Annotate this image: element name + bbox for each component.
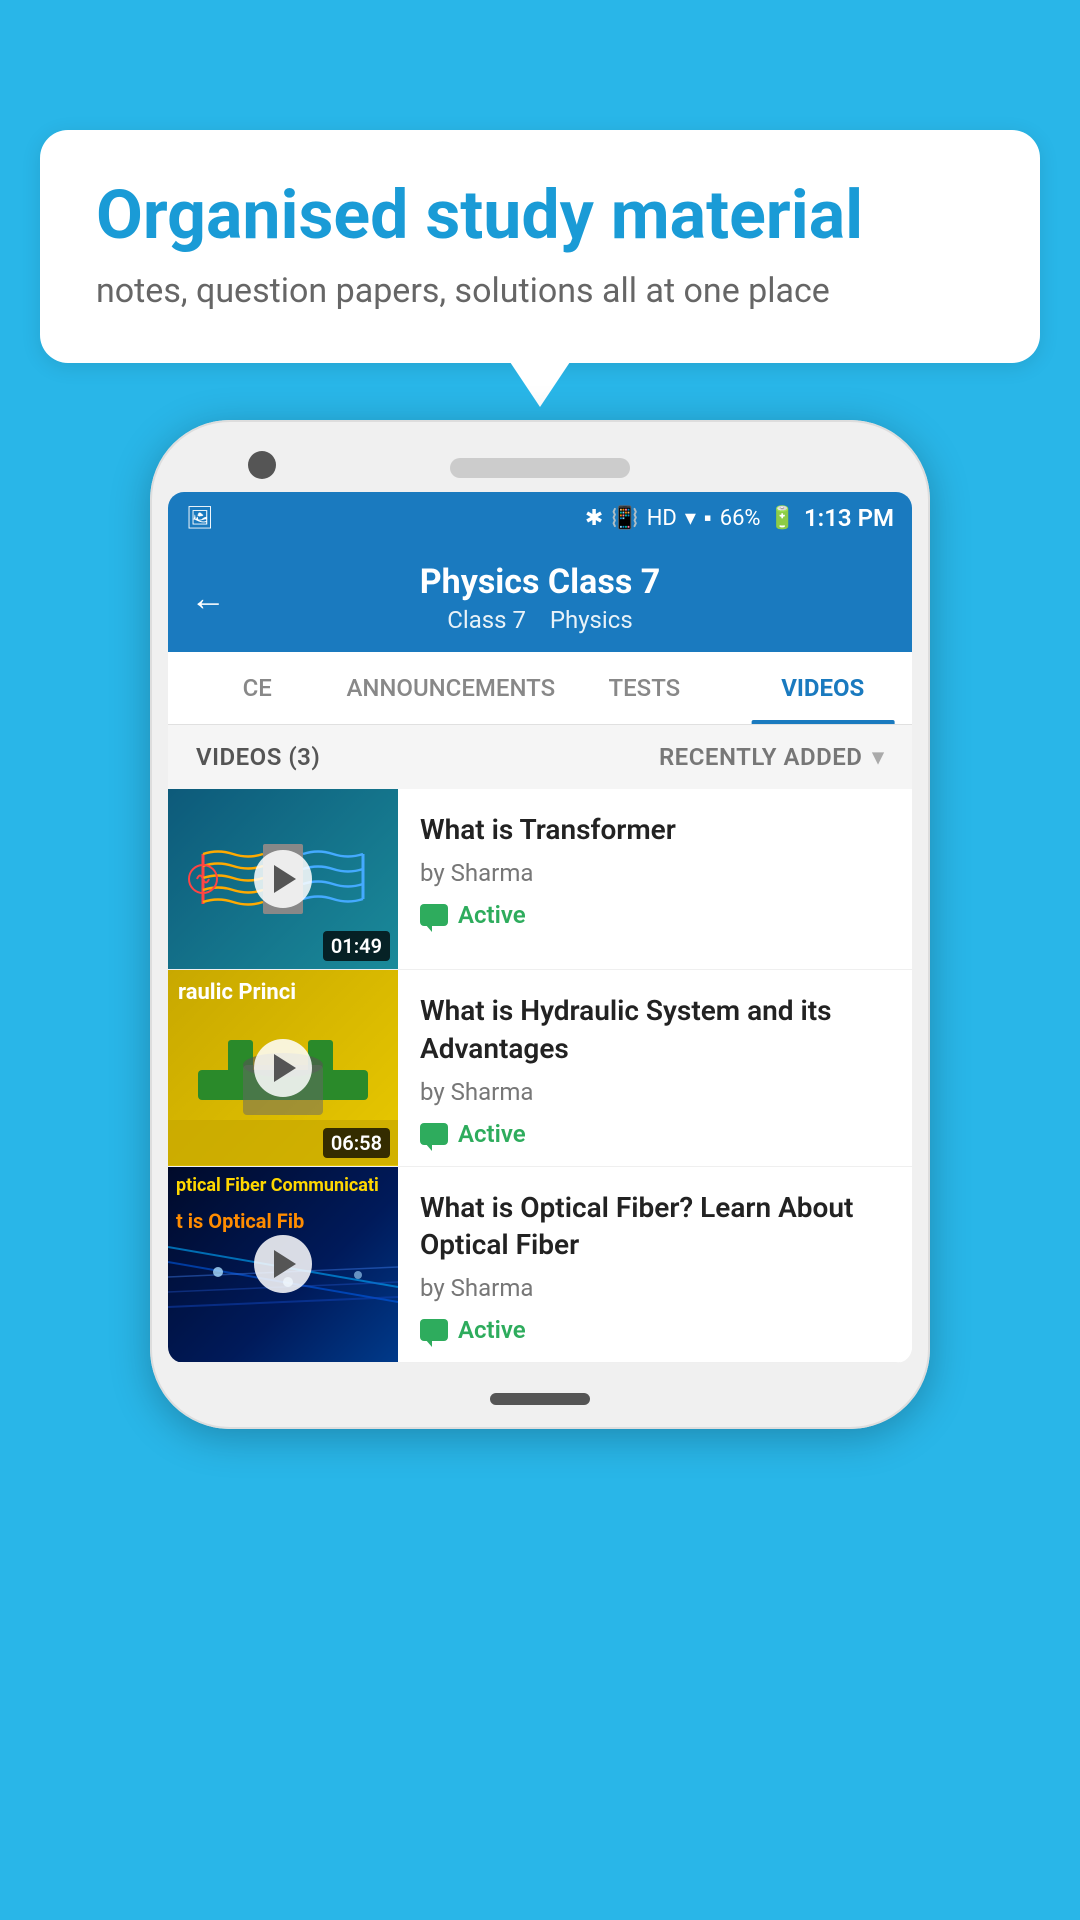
video-list: 01:49 What is Transformer by Sharma Acti… xyxy=(168,789,912,1363)
tab-tests[interactable]: TESTS xyxy=(555,652,733,724)
tab-announcements[interactable]: ANNOUNCEMENTS xyxy=(346,652,555,724)
video-info-3: What is Optical Fiber? Learn About Optic… xyxy=(398,1167,912,1363)
phone-bottom xyxy=(168,1363,912,1411)
chat-icon-2 xyxy=(420,1123,448,1145)
phone-top xyxy=(168,438,912,492)
filter-bar: VIDEOS (3) RECENTLY ADDED ▾ xyxy=(168,725,912,789)
status-label-1: Active xyxy=(458,901,526,929)
status-left: 🖼 xyxy=(186,506,214,531)
app-header: ← Physics Class 7 Class 7 Physics xyxy=(168,544,912,652)
chevron-down-icon: ▾ xyxy=(872,745,884,770)
tabs-bar: CE ANNOUNCEMENTS TESTS VIDEOS xyxy=(168,652,912,725)
play-button-2[interactable] xyxy=(254,1039,312,1097)
video-item-1[interactable]: 01:49 What is Transformer by Sharma Acti… xyxy=(168,789,912,970)
video-author-3: by Sharma xyxy=(420,1274,890,1302)
video-duration-2: 06:58 xyxy=(323,1128,390,1158)
tab-videos[interactable]: VIDEOS xyxy=(734,652,912,724)
play-button-3[interactable] xyxy=(254,1235,312,1293)
status-right: ✱ 📳 HD ▾ ▪ 66% 🔋 1:13 PM xyxy=(585,504,894,532)
header-subtitle: Class 7 Physics xyxy=(228,606,852,634)
play-button-1[interactable] xyxy=(254,850,312,908)
time-display: 1:13 PM xyxy=(804,504,894,532)
video-thumb-2: raulic Princi xyxy=(168,970,398,1166)
wifi-icon: ▾ xyxy=(685,506,696,531)
vibrate-icon: 📳 xyxy=(611,506,638,531)
sort-dropdown[interactable]: RECENTLY ADDED ▾ xyxy=(659,743,884,771)
header-class: Class 7 xyxy=(447,606,526,634)
signal-icon: ▪ xyxy=(704,505,712,531)
video-title-1: What is Transformer xyxy=(420,811,890,849)
status-bar: 🖼 ✱ 📳 HD ▾ ▪ 66% 🔋 1:13 PM xyxy=(168,492,912,544)
video-thumb-1: 01:49 xyxy=(168,789,398,969)
chat-icon-3 xyxy=(420,1319,448,1341)
video-item-3[interactable]: ptical Fiber Communicati t is Optical Fi… xyxy=(168,1167,912,1364)
video-count-label: VIDEOS (3) xyxy=(196,743,320,771)
back-button[interactable]: ← xyxy=(190,577,226,619)
video-title-3: What is Optical Fiber? Learn About Optic… xyxy=(420,1189,890,1265)
video-item-2[interactable]: raulic Princi xyxy=(168,970,912,1167)
status-label-3: Active xyxy=(458,1316,526,1344)
bubble-subtitle: notes, question papers, solutions all at… xyxy=(96,271,984,311)
camera xyxy=(248,451,276,479)
speech-bubble: Organised study material notes, question… xyxy=(40,130,1040,363)
tab-ce[interactable]: CE xyxy=(168,652,346,724)
video-status-3: Active xyxy=(420,1316,890,1344)
video-duration-1: 01:49 xyxy=(323,931,390,961)
sort-label: RECENTLY ADDED xyxy=(659,743,863,771)
photo-icon: 🖼 xyxy=(186,506,214,531)
home-indicator xyxy=(490,1393,590,1405)
video-status-1: Active xyxy=(420,901,890,929)
bubble-title: Organised study material xyxy=(96,178,984,253)
video-title-2: What is Hydraulic System and its Advanta… xyxy=(420,992,890,1068)
video-author-2: by Sharma xyxy=(420,1078,890,1106)
video-thumb-3: ptical Fiber Communicati t is Optical Fi… xyxy=(168,1167,398,1363)
video-info-1: What is Transformer by Sharma Active xyxy=(398,789,912,969)
header-subject: Physics xyxy=(550,606,633,634)
video-author-1: by Sharma xyxy=(420,859,890,887)
chat-icon-1 xyxy=(420,904,448,926)
status-label-2: Active xyxy=(458,1120,526,1148)
battery-level: 66% xyxy=(720,506,761,531)
bluetooth-icon: ✱ xyxy=(585,506,603,531)
video-info-2: What is Hydraulic System and its Advanta… xyxy=(398,970,912,1166)
header-title: Physics Class 7 xyxy=(228,562,852,602)
speaker xyxy=(450,458,630,478)
hd-badge: HD xyxy=(647,506,677,531)
video-status-2: Active xyxy=(420,1120,890,1148)
phone-mockup: 🖼 ✱ 📳 HD ▾ ▪ 66% 🔋 1:13 PM ← Physics Cla… xyxy=(150,420,930,1429)
battery-icon: 🔋 xyxy=(769,506,796,531)
phone-screen: 🖼 ✱ 📳 HD ▾ ▪ 66% 🔋 1:13 PM ← Physics Cla… xyxy=(168,492,912,1363)
